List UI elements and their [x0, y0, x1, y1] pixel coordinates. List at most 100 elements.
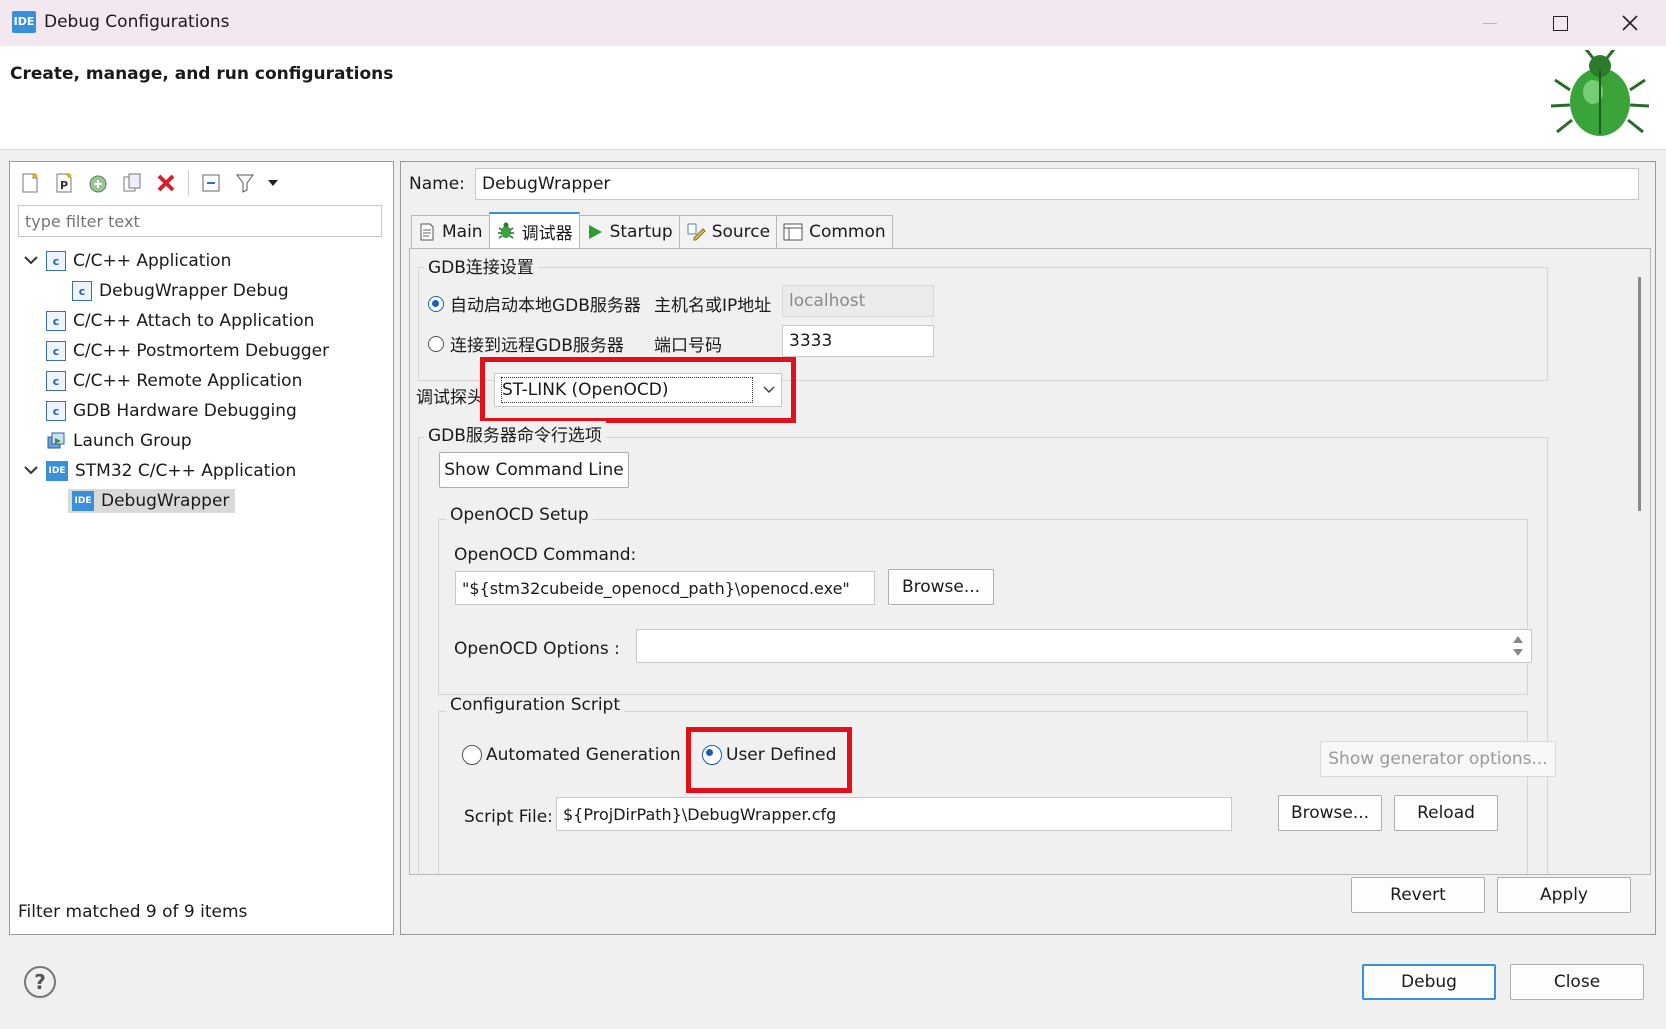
openocd-command-label: OpenOCD Command:: [454, 545, 637, 565]
scroll-arrows-icon[interactable]: [1511, 633, 1525, 659]
tab-debugger[interactable]: 调试器: [488, 212, 580, 248]
maximize-button[interactable]: [1530, 0, 1590, 46]
tab-bar: Main 调试器 Startup Source Common: [411, 212, 893, 248]
openocd-options-input[interactable]: [636, 629, 1532, 663]
openocd-options-label: OpenOCD Options :: [454, 639, 620, 659]
close-icon: [1622, 15, 1638, 31]
source-tab-icon: [687, 223, 706, 241]
server-options-legend: GDB服务器命令行选项: [424, 421, 606, 446]
minimize-button[interactable]: [1460, 0, 1520, 46]
dropdown-icon: [268, 180, 278, 186]
browse-command-button[interactable]: Browse...: [888, 569, 994, 605]
export-icon: [89, 175, 107, 193]
openocd-setup-legend: OpenOCD Setup: [446, 505, 593, 525]
bug-icon: [1550, 50, 1650, 136]
probe-label: 调试探头: [416, 388, 484, 408]
filter-input[interactable]: [18, 205, 382, 237]
new-prototype-button[interactable]: P: [50, 169, 78, 197]
minimize-icon: [1483, 22, 1497, 24]
tree-item-cpp-attach[interactable]: c C/C++ Attach to Application: [10, 306, 393, 336]
tree-item-gdb-hardware[interactable]: c GDB Hardware Debugging: [10, 396, 393, 426]
tree-item-stm32-application[interactable]: IDE STM32 C/C++ Application: [10, 456, 393, 486]
port-input[interactable]: [782, 325, 934, 357]
ide-icon: IDE: [72, 491, 94, 511]
tab-main[interactable]: Main: [411, 215, 490, 248]
tree-item-debugwrapper[interactable]: IDE DebugWrapper: [10, 486, 393, 516]
window-title: Debug Configurations: [44, 12, 230, 32]
chevron-down-icon: [763, 386, 775, 394]
radio-user-defined[interactable]: User Defined: [702, 745, 836, 765]
maximize-icon: [1552, 15, 1568, 31]
header-subtitle: Create, manage, and run configurations: [10, 64, 394, 84]
host-label: 主机名或IP地址: [654, 296, 772, 316]
tree-item-label: C/C++ Postmortem Debugger: [73, 341, 330, 361]
tree-item-label: C/C++ Attach to Application: [73, 311, 315, 331]
tree-toolbar: P: [16, 166, 386, 200]
close-window-button[interactable]: [1600, 0, 1660, 46]
openocd-command-input[interactable]: [455, 571, 875, 605]
tab-common[interactable]: Common: [776, 215, 893, 248]
radio-local-label: 自动启动本地GDB服务器: [450, 296, 641, 316]
browse-script-button[interactable]: Browse...: [1278, 795, 1382, 831]
new-config-button[interactable]: [16, 169, 44, 197]
close-button[interactable]: Close: [1510, 964, 1644, 1000]
tab-label: Source: [711, 222, 771, 242]
launch-group-icon: [47, 432, 65, 449]
probe-select-value: ST-LINK (OpenOCD): [501, 377, 753, 403]
dialog-header: Create, manage, and run configurations: [0, 46, 1666, 150]
duplicate-button[interactable]: [118, 169, 146, 197]
c-icon: c: [72, 281, 92, 301]
tree-item-label: GDB Hardware Debugging: [73, 401, 297, 421]
delete-icon: [157, 174, 175, 192]
main-tab-icon: [420, 223, 434, 241]
export-button[interactable]: [84, 169, 112, 197]
debug-button[interactable]: Debug: [1362, 964, 1496, 1000]
tree-item-debugwrapper-debug[interactable]: c DebugWrapper Debug: [10, 276, 393, 306]
startup-tab-icon: [588, 225, 602, 239]
tab-label: Main: [442, 222, 483, 242]
filter-button[interactable]: [231, 169, 259, 197]
filter-dropdown-button[interactable]: [265, 169, 281, 197]
radio-remote-gdb[interactable]: 连接到远程GDB服务器: [428, 331, 624, 356]
tree-item-cpp-remote[interactable]: c C/C++ Remote Application: [10, 366, 393, 396]
radio-user-label: User Defined: [726, 745, 837, 765]
tab-source[interactable]: Source: [678, 215, 778, 248]
tree-item-launch-group[interactable]: Launch Group: [10, 426, 393, 456]
apply-button[interactable]: Apply: [1497, 877, 1631, 913]
c-icon: c: [46, 311, 66, 331]
tab-label: 调试器: [521, 223, 573, 244]
tab-startup[interactable]: Startup: [578, 215, 680, 248]
help-button[interactable]: ?: [24, 966, 56, 998]
host-input[interactable]: [782, 285, 934, 317]
radio-remote-indicator[interactable]: [428, 335, 444, 352]
delete-button[interactable]: [152, 169, 180, 197]
script-file-input[interactable]: [556, 797, 1232, 831]
radio-user-indicator[interactable]: [702, 745, 722, 765]
radio-local-indicator[interactable]: [428, 295, 444, 312]
tree-item-cpp-application[interactable]: c C/C++ Application: [10, 246, 393, 276]
app-icon: IDE: [12, 11, 36, 33]
chevron-down-icon[interactable]: [24, 256, 38, 266]
radio-automated[interactable]: Automated Generation: [462, 745, 681, 765]
config-script-legend: Configuration Script: [446, 695, 624, 715]
gdb-connection-legend: GDB连接设置: [424, 253, 538, 278]
chevron-down-icon[interactable]: [24, 466, 38, 476]
tree-item-label: C/C++ Remote Application: [73, 371, 303, 391]
content-scrollbar[interactable]: [1632, 259, 1648, 871]
debugger-tab-icon: [497, 222, 514, 239]
name-label: Name:: [409, 174, 465, 194]
name-input[interactable]: [475, 168, 1639, 200]
reload-script-button[interactable]: Reload: [1394, 795, 1498, 831]
revert-button[interactable]: Revert: [1351, 877, 1485, 913]
svg-text:P: P: [60, 179, 68, 192]
show-generator-options-button[interactable]: Show generator options...: [1320, 741, 1556, 777]
radio-local-gdb[interactable]: 自动启动本地GDB服务器: [428, 291, 641, 316]
scrollbar-thumb[interactable]: [1638, 277, 1641, 511]
collapse-all-button[interactable]: [197, 169, 225, 197]
radio-automated-indicator[interactable]: [462, 745, 482, 765]
script-file-label: Script File:: [464, 807, 553, 827]
tree-item-cpp-postmortem[interactable]: c C/C++ Postmortem Debugger: [10, 336, 393, 366]
probe-select[interactable]: ST-LINK (OpenOCD): [494, 373, 782, 407]
tab-label: Startup: [609, 222, 673, 242]
show-command-line-button[interactable]: Show Command Line: [439, 452, 629, 488]
